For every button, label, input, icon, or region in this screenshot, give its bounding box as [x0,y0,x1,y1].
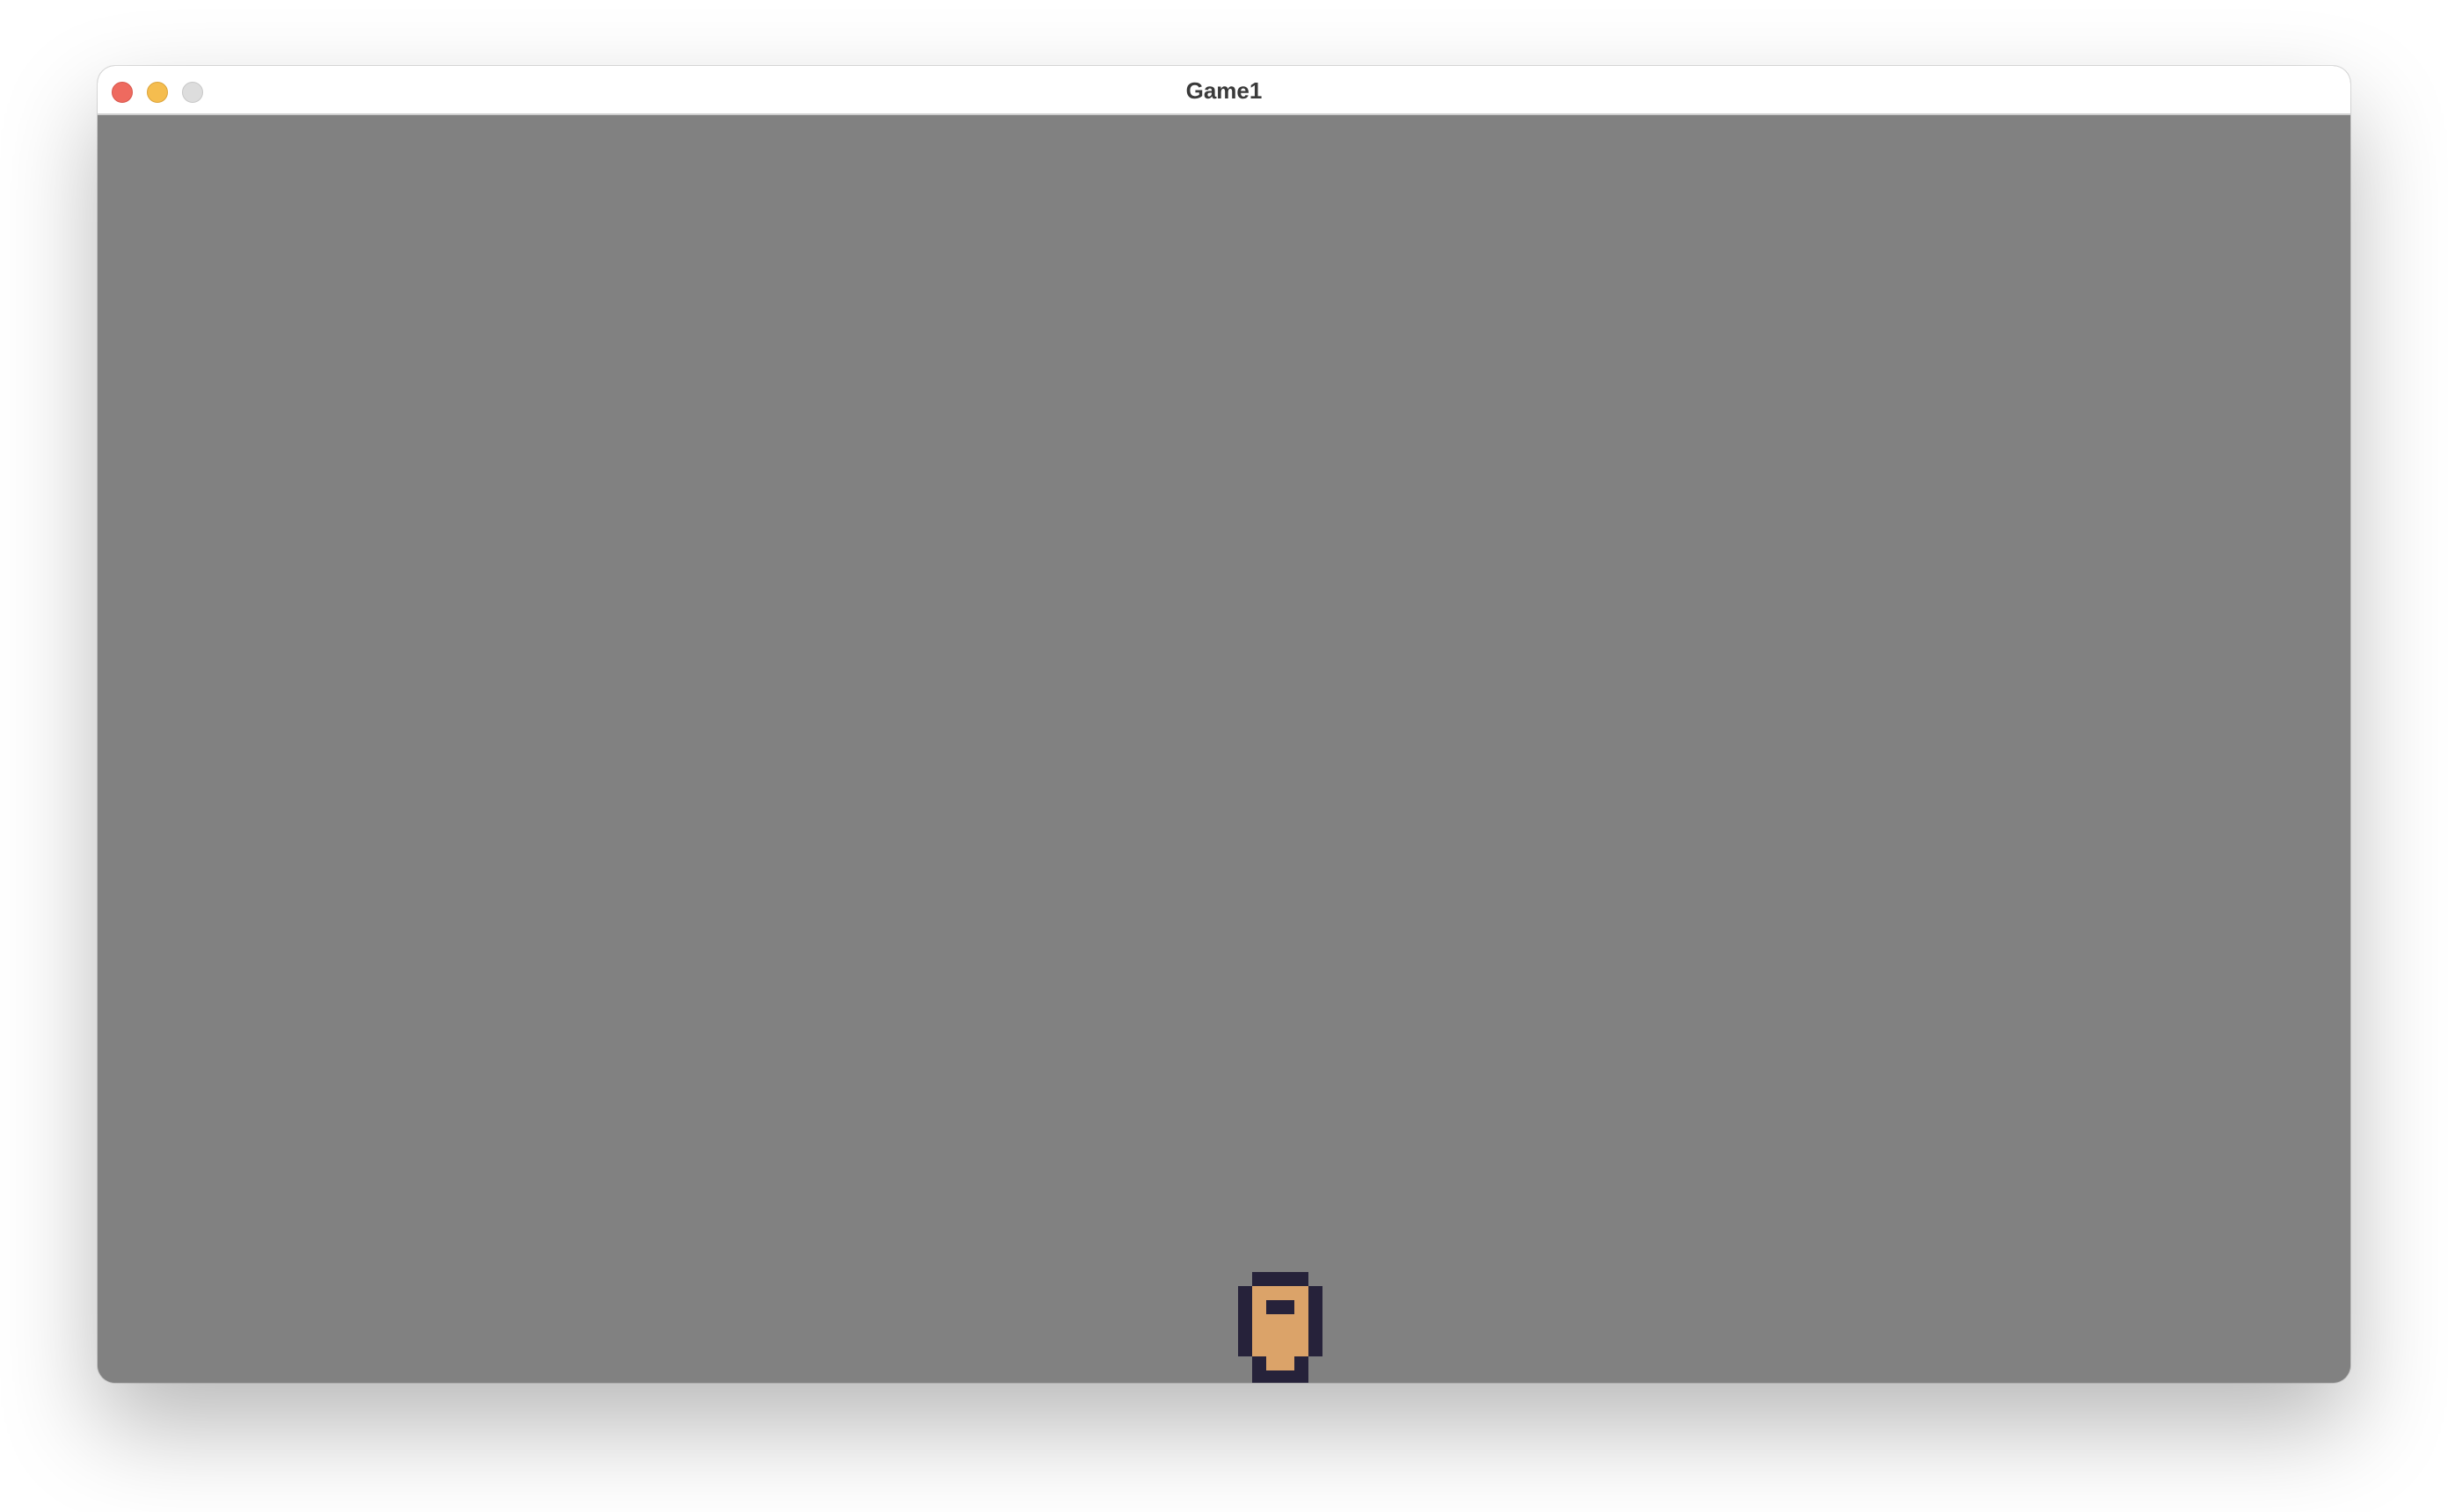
player-sprite [1238,1272,1322,1383]
game-viewport[interactable] [98,115,2350,1383]
title-bar[interactable]: Game1 [98,66,2350,115]
player-character-icon [1238,1272,1322,1383]
game-window: Game1 [98,66,2350,1383]
window-title: Game1 [1185,77,1263,104]
